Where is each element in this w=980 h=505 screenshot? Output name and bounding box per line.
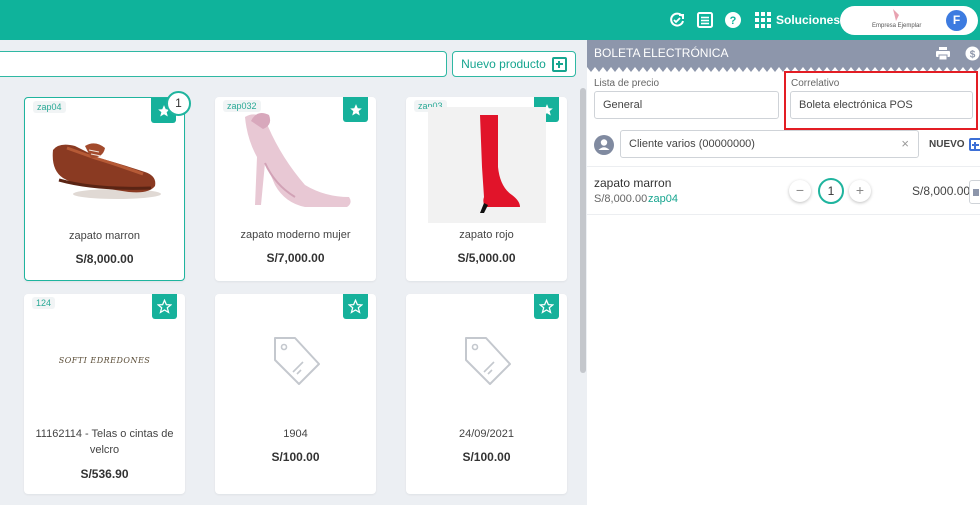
favorite-toggle[interactable] bbox=[343, 294, 368, 319]
product-image bbox=[52, 143, 161, 199]
add-square-icon bbox=[968, 138, 980, 151]
solutions-button[interactable]: Soluciones bbox=[755, 11, 840, 29]
product-price: S/536.90 bbox=[80, 467, 129, 481]
product-image: SOFTI EDREDONES bbox=[58, 356, 151, 365]
product-price: S/7,000.00 bbox=[266, 251, 325, 265]
search-input[interactable] bbox=[0, 51, 447, 77]
product-card-zap03[interactable]: zap03 zapato rojo S/5,000.00 bbox=[406, 97, 567, 281]
price-list-label: Lista de precio bbox=[594, 78, 660, 89]
price-tag-icon bbox=[465, 337, 511, 385]
increase-qty-button[interactable]: + bbox=[849, 180, 871, 202]
cart-count-badge: 1 bbox=[166, 91, 191, 116]
add-square-icon bbox=[551, 56, 567, 72]
product-name: 11162114 - Telas o cintas de velcro bbox=[35, 428, 174, 456]
avatar[interactable]: F bbox=[946, 10, 967, 31]
product-name: zapato moderno mujer bbox=[240, 229, 351, 241]
delete-item-button[interactable] bbox=[969, 180, 980, 204]
top-bar: ? Soluciones Empresa Ejemplar F bbox=[0, 0, 980, 40]
favorite-toggle[interactable] bbox=[152, 294, 177, 319]
product-name: zapato marron bbox=[69, 230, 140, 242]
help-icon[interactable]: ? bbox=[724, 11, 742, 29]
product-card-1904[interactable]: 1904 S/100.00 bbox=[215, 294, 376, 494]
currency-icon[interactable]: $ bbox=[965, 46, 980, 61]
product-price: S/5,000.00 bbox=[457, 251, 516, 265]
print-icon[interactable] bbox=[936, 47, 950, 60]
cart-item-code: zap04 bbox=[648, 193, 678, 205]
star-outline-icon bbox=[157, 299, 172, 314]
star-outline-icon bbox=[348, 299, 363, 314]
qty-value[interactable]: 1 bbox=[818, 178, 844, 204]
product-name: zapato rojo bbox=[459, 229, 514, 241]
cart-item-name: zapato marron bbox=[594, 176, 672, 190]
new-product-button[interactable]: Nuevo producto bbox=[452, 51, 576, 77]
refresh-icon[interactable] bbox=[668, 11, 686, 29]
clear-icon[interactable]: × bbox=[901, 131, 909, 157]
client-icon bbox=[594, 135, 614, 155]
price-list-select[interactable]: General bbox=[594, 91, 779, 119]
divider bbox=[587, 166, 980, 167]
product-image bbox=[245, 113, 351, 207]
decrease-qty-button[interactable]: − bbox=[789, 180, 811, 202]
client-input[interactable]: Cliente varios (00000000) × bbox=[620, 130, 919, 158]
company-selector[interactable]: Empresa Ejemplar F bbox=[840, 6, 978, 35]
product-name: 1904 bbox=[283, 428, 308, 440]
product-card-124[interactable]: 124 SOFTI EDREDONES 11162114 - Telas o c… bbox=[24, 294, 185, 494]
correlative-select[interactable]: Boleta electrónica POS bbox=[790, 91, 973, 119]
price-tag-icon bbox=[274, 337, 320, 385]
list-icon[interactable] bbox=[696, 11, 714, 29]
product-card-24-09-2021[interactable]: 24/09/2021 S/100.00 bbox=[406, 294, 567, 494]
cart-item-unit-price: S/8,000.00 bbox=[594, 193, 648, 205]
apps-grid-icon bbox=[755, 12, 771, 28]
receipt-title: BOLETA ELECTRÓNICA bbox=[594, 46, 729, 60]
product-name: 24/09/2021 bbox=[458, 428, 515, 440]
company-name: Empresa Ejemplar bbox=[872, 23, 922, 29]
receipt-header: BOLETA ELECTRÓNICA $ bbox=[587, 40, 980, 67]
solutions-label: Soluciones bbox=[776, 13, 841, 27]
favorite-toggle[interactable] bbox=[534, 294, 559, 319]
trash-icon bbox=[973, 189, 979, 196]
product-price: S/100.00 bbox=[462, 450, 511, 464]
product-list-scrollbar[interactable] bbox=[580, 88, 586, 373]
new-product-label: Nuevo producto bbox=[461, 57, 546, 71]
product-price: S/100.00 bbox=[271, 450, 320, 464]
product-card-zap04[interactable]: zap04 1 zapato marron S/8,000.00 bbox=[24, 91, 191, 281]
product-price: S/8,000.00 bbox=[75, 252, 134, 266]
company-logo-icon bbox=[893, 9, 899, 21]
product-image bbox=[428, 107, 546, 223]
receipt-panel: BOLETA ELECTRÓNICA $ Lista de precio Gen… bbox=[587, 40, 980, 505]
svg-text:$: $ bbox=[970, 50, 976, 61]
svg-text:?: ? bbox=[730, 15, 737, 27]
product-code: 124 bbox=[32, 297, 56, 309]
product-card-zap032[interactable]: zap032 zapato moderno mujer S/7,000.00 bbox=[215, 97, 376, 281]
correlative-label: Correlativo bbox=[791, 78, 840, 89]
new-client-label: NUEVO bbox=[929, 139, 965, 150]
star-outline-icon bbox=[539, 299, 554, 314]
cart-item-total: S/8,000.00 bbox=[912, 184, 971, 198]
client-value: Cliente varios (00000000) bbox=[629, 138, 755, 150]
new-client-button[interactable]: NUEVO bbox=[929, 138, 980, 151]
divider bbox=[587, 214, 980, 215]
